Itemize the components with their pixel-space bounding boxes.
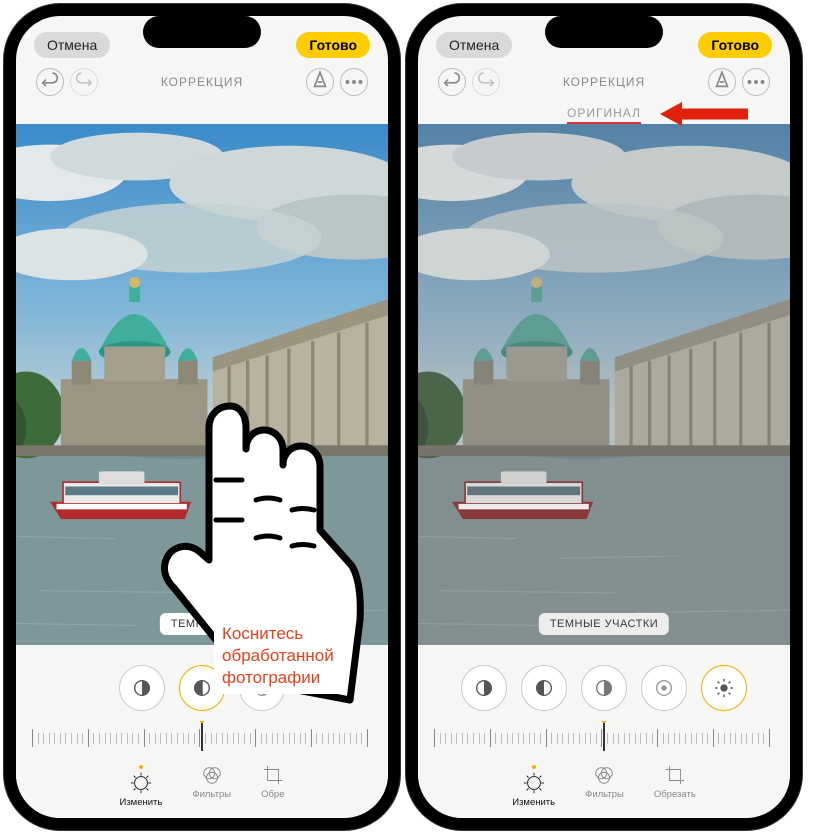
tab-adjust-label: Изменить [512,797,555,808]
done-button[interactable]: Готово [296,32,370,58]
redo-button[interactable] [472,68,500,96]
tab-crop-label: Обре [261,789,284,800]
more-icon [743,69,769,95]
mode-title: КОРРЕКЦИЯ [161,75,243,89]
undo-icon [37,69,63,95]
undo-button[interactable] [36,68,64,96]
tab-crop-label: Обрезать [654,789,696,800]
more-button[interactable] [340,68,368,96]
tab-crop[interactable]: Обрезать [654,764,696,808]
photo-preview[interactable]: ТЕМНЫЕ УЧАСТКИ [418,124,790,645]
markup-button[interactable] [708,68,736,96]
mode-title: КОРРЕКЦИЯ [563,75,645,89]
photo-preview[interactable]: ТЕМНЫЕ У [16,124,388,645]
tab-adjust[interactable]: Изменить [512,764,555,808]
markup-icon [307,69,333,95]
screen-left: Отмена Готово КОРРЕКЦИЯ [16,16,388,818]
annotation-callout: Коснитесь обработанной фотографии [214,618,342,694]
crop-icon [664,764,686,786]
cancel-button[interactable]: Отмена [436,32,512,58]
more-button[interactable] [742,68,770,96]
value-slider[interactable] [32,721,372,755]
dial-2[interactable] [521,665,567,711]
tab-filters-label: Фильтры [192,789,231,800]
dial-1[interactable] [461,665,507,711]
dynamic-island [143,16,261,48]
undo-button[interactable] [438,68,466,96]
dial-4[interactable] [641,665,687,711]
cancel-button[interactable]: Отмена [34,32,110,58]
tab-adjust[interactable]: Изменить [119,764,162,808]
filters-icon [593,764,615,786]
adjust-icon [130,772,152,794]
dial-3[interactable] [581,665,627,711]
value-slider[interactable] [434,721,774,755]
undo-icon [439,69,465,95]
adjustment-dials [418,659,790,721]
markup-button[interactable] [306,68,334,96]
phone-right: Отмена Готово КОРРЕКЦИЯ [406,4,802,830]
original-label: ОРИГИНАЛ [567,106,641,124]
dial-5[interactable] [701,665,747,711]
filters-icon [201,764,223,786]
tab-filters[interactable]: Фильтры [585,764,624,808]
dial-exposure[interactable] [119,665,165,711]
annotation-arrow-icon [660,100,750,128]
markup-icon [709,69,735,95]
tab-filters-label: Фильтры [585,789,624,800]
tab-crop[interactable]: Обре [261,764,284,808]
tab-filters[interactable]: Фильтры [192,764,231,808]
tool-name-label: ТЕМНЫЕ УЧАСТКИ [539,613,669,635]
phone-left: Отмена Готово КОРРЕКЦИЯ [4,4,400,830]
dynamic-island [545,16,663,48]
redo-icon [71,69,97,95]
adjust-icon [523,772,545,794]
tab-adjust-label: Изменить [119,797,162,808]
more-icon [341,69,367,95]
screen-right: Отмена Готово КОРРЕКЦИЯ [418,16,790,818]
redo-button[interactable] [70,68,98,96]
redo-icon [473,69,499,95]
crop-icon [262,764,284,786]
done-button[interactable]: Готово [698,32,772,58]
